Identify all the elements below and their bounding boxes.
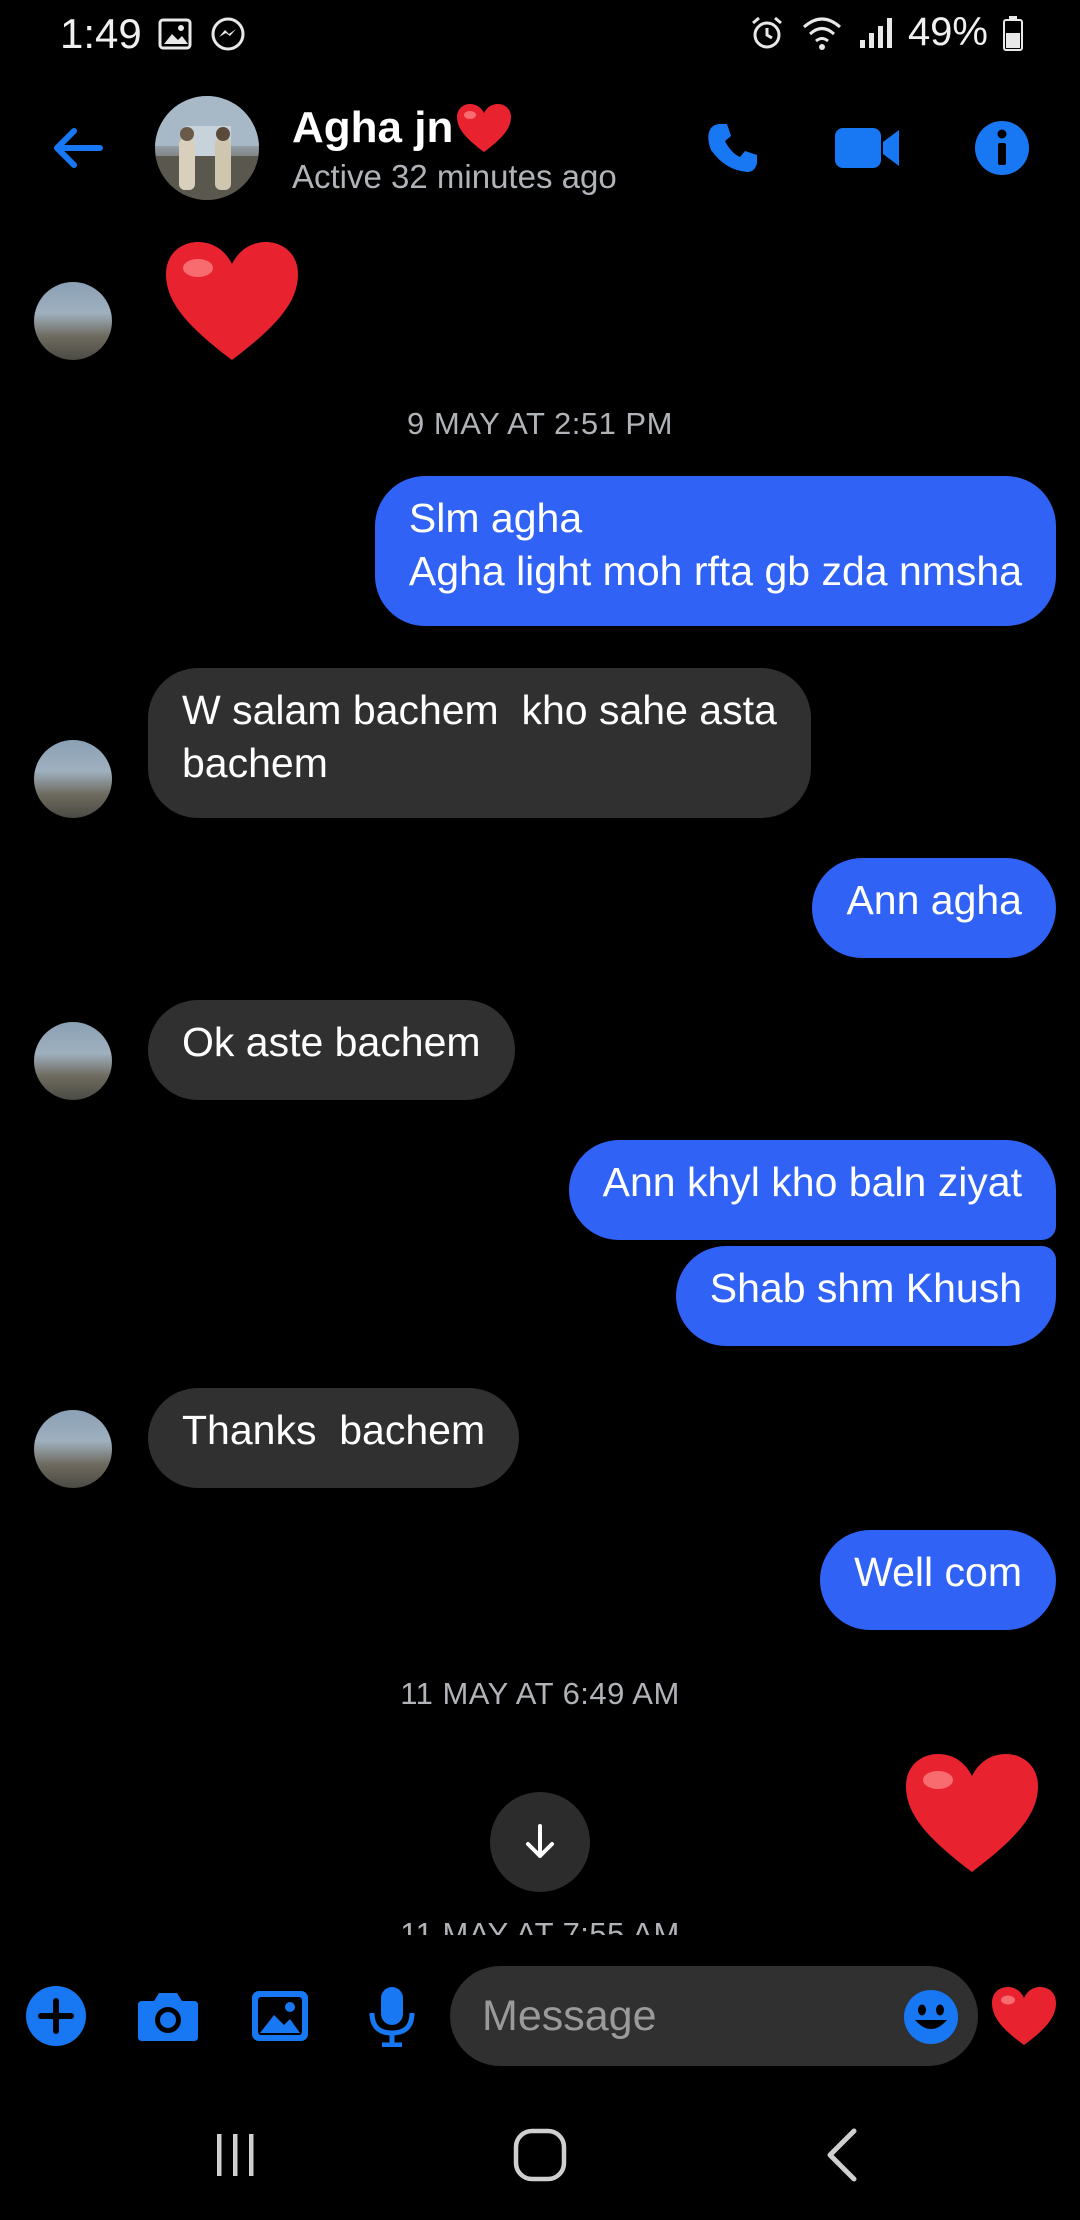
gallery-notification-icon <box>158 18 192 50</box>
wifi-icon <box>802 17 841 50</box>
status-time: 1:49 <box>60 10 142 57</box>
gallery-button[interactable] <box>244 1980 316 2052</box>
contact-avatar-small <box>34 740 112 818</box>
outgoing-message[interactable]: Shab shm Khush <box>675 1246 1056 1346</box>
info-icon <box>975 121 1029 175</box>
audio-call-button[interactable] <box>698 116 768 180</box>
voice-message-button[interactable] <box>356 1980 428 2052</box>
back-arrow-icon <box>54 128 103 168</box>
contact-avatar[interactable] <box>155 96 259 200</box>
arrow-down-icon <box>526 1824 554 1858</box>
scroll-to-bottom-button[interactable] <box>490 1792 590 1892</box>
recent-apps-icon <box>217 2134 254 2176</box>
message-input[interactable] <box>482 1966 882 2066</box>
recent-apps-button[interactable] <box>196 2120 276 2190</box>
incoming-message[interactable]: W salam bachem kho sahe asta bachem <box>148 668 811 818</box>
timestamp: 11 MAY AT 7:55 AM <box>400 1916 680 1935</box>
outgoing-message[interactable]: Ann agha <box>812 858 1056 958</box>
outgoing-message[interactable]: Well com <box>820 1530 1056 1630</box>
contact-name[interactable]: Agha jn <box>292 102 513 154</box>
timestamp: 9 MAY AT 2:51 PM <box>407 406 673 441</box>
heart-emoji-icon <box>992 1987 1056 2045</box>
home-button[interactable] <box>500 2120 580 2190</box>
home-icon <box>513 2128 567 2182</box>
conversation-header: Agha jn Active 32 minutes ago <box>0 92 1080 202</box>
back-navigation-button[interactable] <box>802 2120 882 2190</box>
emoji-icon[interactable] <box>902 1988 960 2046</box>
contact-avatar-small <box>34 1022 112 1100</box>
image-icon <box>252 1991 308 2041</box>
camera-icon <box>138 1993 198 2041</box>
outgoing-message[interactable]: Slm agha Agha light moh rfta gb zda nmsh… <box>374 476 1056 626</box>
more-actions-button[interactable] <box>20 1980 92 2052</box>
plus-icon <box>26 1986 86 2046</box>
message-input-container[interactable] <box>450 1966 978 2066</box>
incoming-message[interactable]: Thanks bachem <box>148 1388 520 1488</box>
back-button[interactable] <box>48 118 108 178</box>
heart-emoji-icon[interactable] <box>902 1750 1042 1876</box>
phone-icon <box>708 124 757 172</box>
timestamp: 11 MAY AT 6:49 AM <box>400 1676 680 1711</box>
conversation-info-button[interactable] <box>967 116 1037 180</box>
message-composer <box>0 1960 1080 2070</box>
microphone-icon <box>369 1987 415 2047</box>
status-bar: 1:49 49% <box>0 0 1080 70</box>
chevron-left-icon <box>827 2128 857 2182</box>
incoming-message[interactable]: Ok aste bachem <box>148 1000 515 1100</box>
battery-percent: 49% <box>907 10 988 54</box>
heart-emoji-icon <box>457 104 512 152</box>
heart-emoji-icon[interactable] <box>162 238 302 364</box>
send-heart-button[interactable] <box>988 1980 1060 2052</box>
battery-icon <box>1003 15 1023 51</box>
video-camera-icon <box>835 128 899 168</box>
active-status: Active 32 minutes ago <box>292 158 617 195</box>
system-navigation-bar <box>0 2090 1080 2220</box>
message-list[interactable]: 9 MAY AT 2:51 PM Slm agha Agha light moh… <box>0 210 1080 1935</box>
alarm-icon <box>751 16 782 48</box>
outgoing-message[interactable]: Ann khyl kho baln ziyat <box>568 1140 1056 1240</box>
messenger-notification-icon <box>211 17 245 51</box>
contact-avatar-small <box>34 282 112 360</box>
signal-icon <box>859 17 892 48</box>
camera-button[interactable] <box>132 1980 204 2052</box>
contact-avatar-small <box>34 1410 112 1488</box>
video-call-button[interactable] <box>832 116 902 180</box>
